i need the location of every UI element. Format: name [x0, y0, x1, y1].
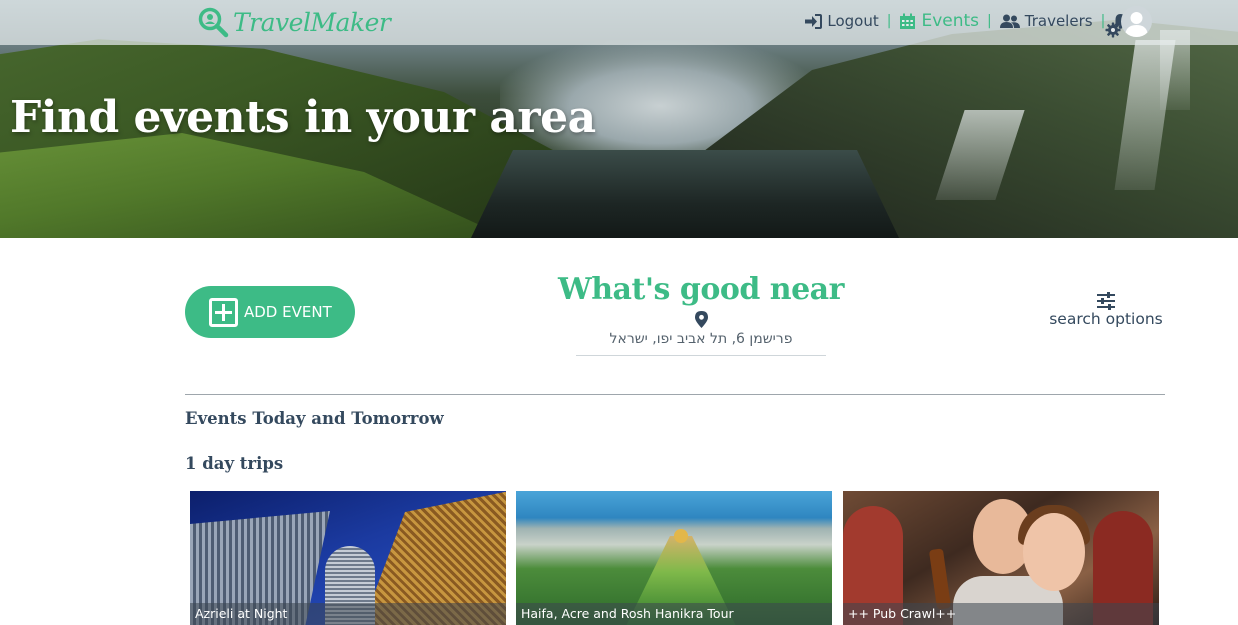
add-event-label: ADD EVENT: [244, 303, 332, 321]
top-navbar: TravelMaker Logout | Events | Travelers …: [0, 0, 1238, 45]
nav-logout-label: Logout: [827, 12, 879, 30]
add-event-button[interactable]: ADD EVENT: [185, 286, 355, 338]
address-input[interactable]: פרישמן 6, תל אביב יפו, ישראל: [576, 331, 826, 356]
event-card-pub-crawl[interactable]: ++ Pub Crawl++: [843, 491, 1159, 625]
card-image-dome: [674, 529, 688, 543]
card-image-bottle: [928, 548, 952, 610]
section-title-today: Events Today and Tomorrow: [185, 409, 444, 428]
nav-logout[interactable]: Logout: [805, 12, 879, 30]
nav-events[interactable]: Events: [899, 11, 979, 31]
event-card-azrieli[interactable]: Azrieli at Night: [190, 491, 506, 625]
card-caption: Haifa, Acre and Rosh Hanikra Tour: [516, 603, 832, 625]
avatar[interactable]: [1121, 6, 1152, 37]
user-icon: [1125, 12, 1148, 37]
logo-search-icon: [197, 6, 229, 38]
nav-links: Logout | Events | Travelers |: [805, 11, 1154, 31]
section-title-day-trips: 1 day trips: [185, 454, 284, 473]
divider: [185, 394, 1165, 395]
nav-separator: |: [886, 13, 892, 29]
event-card-haifa[interactable]: Haifa, Acre and Rosh Hanikra Tour: [516, 491, 832, 625]
users-icon: [999, 14, 1020, 28]
search-options-button[interactable]: search options: [1045, 292, 1167, 328]
nav-travelers-label: Travelers: [1024, 12, 1093, 30]
sign-in-icon: [805, 13, 823, 29]
gear-icon[interactable]: [1105, 22, 1121, 42]
card-caption: ++ Pub Crawl++: [843, 603, 1159, 625]
sliders-icon: [1097, 292, 1115, 310]
card-caption: Azrieli at Night: [190, 603, 506, 625]
hero-title: Find events in your area: [10, 92, 596, 143]
logo[interactable]: TravelMaker: [197, 6, 391, 38]
near-title: What's good near: [558, 272, 844, 307]
hero-lake: [470, 150, 900, 238]
nav-travelers[interactable]: Travelers: [999, 12, 1093, 30]
map-pin-icon: [695, 311, 708, 332]
calendar-icon: [900, 13, 916, 29]
nav-events-label: Events: [921, 11, 980, 31]
logo-text: TravelMaker: [233, 7, 391, 37]
nav-separator: |: [987, 13, 992, 29]
search-options-label: search options: [1049, 310, 1163, 328]
plus-square-icon: [209, 297, 238, 327]
card-image-face: [1023, 513, 1085, 591]
